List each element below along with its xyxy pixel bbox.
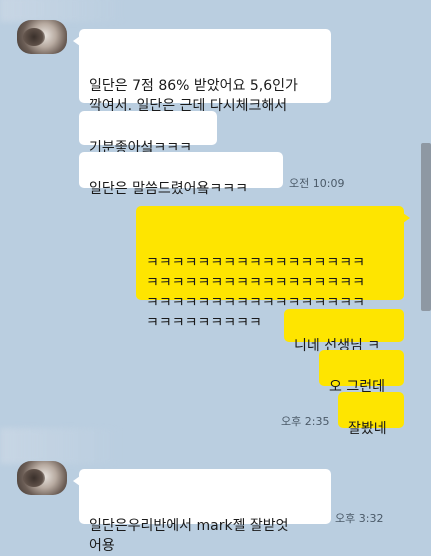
message-bubble-received[interactable]: 일단은 말씀드렸어욬ㅋㅋㅋ [79, 152, 283, 197]
bubble-tail [73, 476, 80, 486]
sender-name-blurred [0, 428, 125, 464]
message-text: 잘봤네 [348, 421, 387, 437]
message-text: 일단은 말씀드렸어욬ㅋㅋㅋ [89, 181, 249, 197]
message-bubble-sent[interactable]: 니네 선생님 ㅋ [284, 309, 404, 354]
message-bubble-received[interactable]: 일단은 7점 86% 받았어요 5,6인가 깍여서. 일단은 근데 다시체크해서… [73, 29, 331, 134]
sender-name-blurred [0, 0, 130, 22]
message-timestamp: 오후 2:35 [281, 415, 330, 428]
sender-avatar-icon[interactable] [17, 461, 67, 495]
bubble-tail [73, 36, 80, 46]
message-text: 일단은우리반에서 mark젤 잘받엇 어용 [89, 518, 289, 554]
message-timestamp: 오후 3:32 [335, 512, 384, 525]
sender-avatar-icon[interactable] [17, 20, 67, 54]
message-bubble-received[interactable]: 기분좋아섴ㅋㅋㅋ [79, 111, 217, 156]
scrollbar[interactable] [421, 143, 431, 311]
bubble-tail [403, 213, 410, 223]
message-bubble-received[interactable]: 일단은우리반에서 mark젤 잘받엇 어용 [73, 469, 331, 554]
message-timestamp: 오전 10:09 [289, 177, 345, 190]
message-bubble-sent[interactable]: 오 그런데 [319, 350, 404, 395]
message-bubble-sent[interactable]: ㅋㅋㅋㅋㅋㅋㅋㅋㅋㅋㅋㅋㅋㅋㅋㅋㅋ ㅋㅋㅋㅋㅋㅋㅋㅋㅋㅋㅋㅋㅋㅋㅋㅋㅋ ㅋㅋㅋㅋ… [136, 206, 410, 331]
message-bubble-sent[interactable]: 잘봤네 [338, 392, 404, 437]
